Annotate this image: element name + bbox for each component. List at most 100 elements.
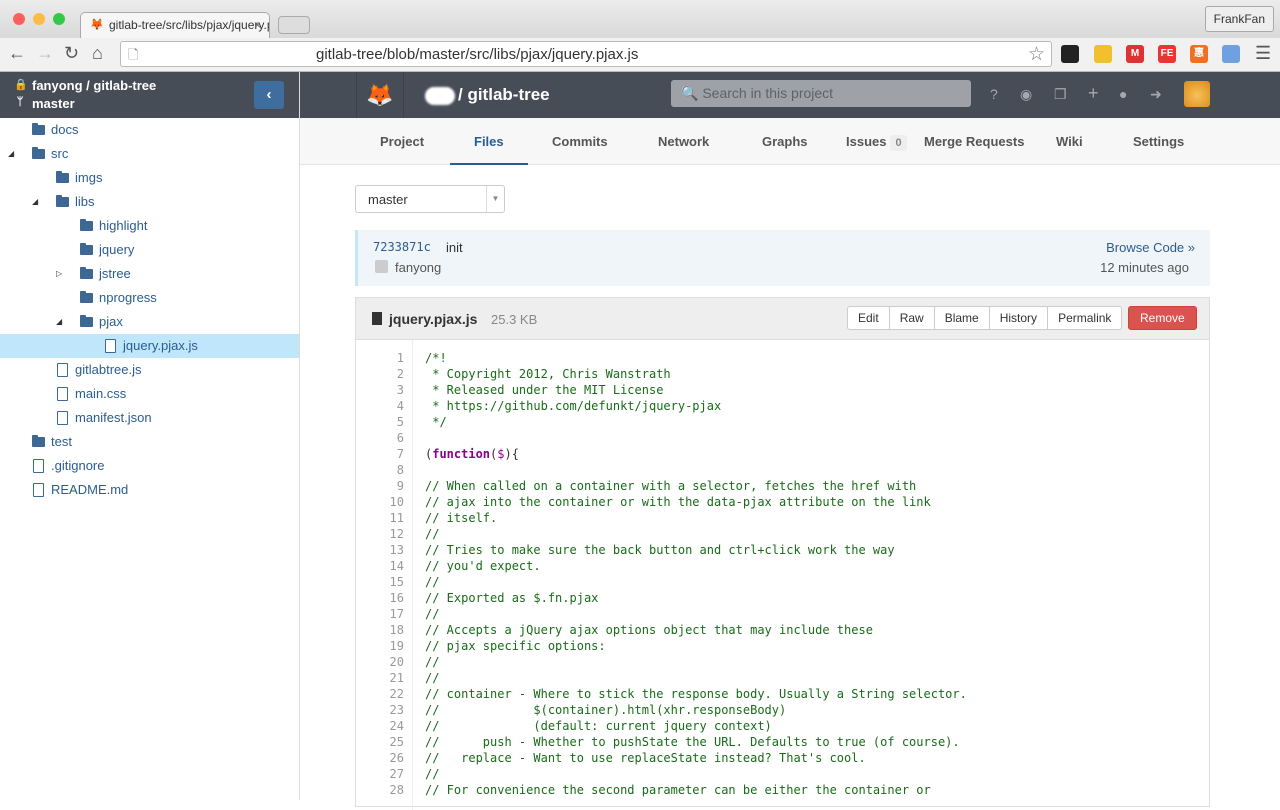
tree-item[interactable]: nprogress bbox=[0, 286, 299, 310]
line-number[interactable]: 27 bbox=[356, 766, 404, 782]
tree-item[interactable]: test bbox=[0, 430, 299, 454]
block-extension-icon[interactable] bbox=[1222, 45, 1240, 63]
fe-extension-icon[interactable]: FE bbox=[1158, 45, 1176, 63]
tree-item[interactable]: ◢ src bbox=[0, 142, 299, 166]
line-number[interactable]: 2 bbox=[356, 366, 404, 382]
tree-item[interactable]: gitlabtree.js bbox=[0, 358, 299, 382]
help-icon[interactable]: ? bbox=[990, 86, 998, 102]
explore-globe-icon[interactable]: ◉ bbox=[1020, 86, 1032, 103]
line-number[interactable]: 23 bbox=[356, 702, 404, 718]
browser-tab[interactable]: 🦊 gitlab-tree/src/libs/pjax/jquery.pjax.j… bbox=[80, 12, 270, 39]
tree-item[interactable]: docs bbox=[0, 118, 299, 142]
tab-network[interactable]: Network bbox=[658, 118, 709, 165]
line-number[interactable]: 3 bbox=[356, 382, 404, 398]
line-number[interactable]: 24 bbox=[356, 718, 404, 734]
back-icon[interactable]: ← bbox=[8, 43, 26, 64]
tree-item[interactable]: .gitignore bbox=[0, 454, 299, 478]
line-number[interactable]: 7 bbox=[356, 446, 404, 462]
tree-item[interactable]: main.css bbox=[0, 382, 299, 406]
expanded-arrow-icon[interactable]: ◢ bbox=[32, 190, 38, 214]
tree-item[interactable]: ▷ jstree bbox=[0, 262, 299, 286]
expanded-arrow-icon[interactable]: ◢ bbox=[56, 310, 62, 334]
remove-button[interactable]: Remove bbox=[1128, 306, 1197, 330]
line-number[interactable]: 20 bbox=[356, 654, 404, 670]
tree-item[interactable]: highlight bbox=[0, 214, 299, 238]
gmail-extension-icon[interactable]: M bbox=[1126, 45, 1144, 63]
tab-files[interactable]: Files bbox=[450, 118, 528, 165]
forward-icon[interactable]: → bbox=[36, 43, 54, 64]
line-number[interactable]: 21 bbox=[356, 670, 404, 686]
tab-issues[interactable]: Issues 0 bbox=[846, 118, 907, 165]
line-number[interactable]: 26 bbox=[356, 750, 404, 766]
qr-code-extension-icon[interactable] bbox=[1061, 45, 1079, 63]
tree-item[interactable]: ◢ pjax bbox=[0, 310, 299, 334]
line-number[interactable]: 6 bbox=[356, 430, 404, 446]
line-number[interactable]: 5 bbox=[356, 414, 404, 430]
line-number[interactable]: 17 bbox=[356, 606, 404, 622]
line-number[interactable]: 18 bbox=[356, 622, 404, 638]
line-number[interactable]: 13 bbox=[356, 542, 404, 558]
commit-author[interactable]: fanyong bbox=[395, 260, 441, 275]
line-number[interactable]: 8 bbox=[356, 462, 404, 478]
search-input[interactable]: 🔍 Search in this project bbox=[671, 80, 971, 107]
tab-settings[interactable]: Settings bbox=[1133, 118, 1184, 165]
line-number[interactable]: 25 bbox=[356, 734, 404, 750]
line-number[interactable]: 14 bbox=[356, 558, 404, 574]
profile-icon[interactable]: ● bbox=[1119, 86, 1127, 102]
tree-item[interactable]: jquery bbox=[0, 238, 299, 262]
commit-sha[interactable]: 7233871c bbox=[373, 240, 431, 254]
maximize-window-button[interactable] bbox=[53, 13, 65, 25]
repo-owner[interactable]: fanyong bbox=[32, 78, 83, 93]
tab-commits[interactable]: Commits bbox=[552, 118, 608, 165]
line-number[interactable]: 12 bbox=[356, 526, 404, 542]
branch-select[interactable]: master ▼ bbox=[355, 185, 505, 213]
mail-extension-icon[interactable] bbox=[1094, 45, 1112, 63]
menu-icon[interactable]: ☰ bbox=[1255, 43, 1271, 64]
line-number[interactable]: 4 bbox=[356, 398, 404, 414]
tab-graphs[interactable]: Graphs bbox=[762, 118, 808, 165]
bookmark-star-icon[interactable]: ☆ bbox=[1028, 43, 1045, 66]
history-button[interactable]: History bbox=[988, 306, 1049, 330]
raw-button[interactable]: Raw bbox=[888, 306, 935, 330]
minimize-window-button[interactable] bbox=[33, 13, 45, 25]
line-number[interactable]: 16 bbox=[356, 590, 404, 606]
logout-icon[interactable]: ➜ bbox=[1150, 86, 1162, 103]
new-tab-button[interactable] bbox=[278, 16, 310, 34]
close-window-button[interactable] bbox=[13, 13, 25, 25]
blame-button[interactable]: Blame bbox=[933, 306, 990, 330]
line-number[interactable]: 10 bbox=[356, 494, 404, 510]
edit-button[interactable]: Edit bbox=[847, 306, 890, 330]
tree-item[interactable]: manifest.json bbox=[0, 406, 299, 430]
user-avatar[interactable] bbox=[1184, 81, 1210, 107]
line-number[interactable]: 9 bbox=[356, 478, 404, 494]
repo-name[interactable]: gitlab-tree bbox=[93, 78, 156, 93]
permalink-button[interactable]: Permalink bbox=[1047, 306, 1123, 330]
reload-icon[interactable]: ↻ bbox=[64, 43, 79, 64]
line-number[interactable]: 28 bbox=[356, 782, 404, 798]
tab-wiki[interactable]: Wiki bbox=[1056, 118, 1083, 165]
line-number[interactable]: 1 bbox=[356, 350, 404, 366]
tab-project[interactable]: Project bbox=[380, 118, 424, 165]
tree-item[interactable]: ◢ libs bbox=[0, 190, 299, 214]
line-number[interactable]: 22 bbox=[356, 686, 404, 702]
collapse-sidebar-button[interactable]: ‹ bbox=[254, 81, 284, 109]
profile-button[interactable]: FrankFan bbox=[1204, 6, 1274, 32]
hui-extension-icon[interactable]: 惠 bbox=[1190, 45, 1208, 63]
snippets-icon[interactable]: ❐ bbox=[1054, 86, 1067, 103]
line-number[interactable]: 11 bbox=[356, 510, 404, 526]
expanded-arrow-icon[interactable]: ◢ bbox=[8, 142, 14, 166]
project-title[interactable]: / gitlab-tree bbox=[425, 85, 550, 105]
tree-item[interactable]: README.md bbox=[0, 478, 299, 502]
close-tab-icon[interactable]: × bbox=[254, 18, 261, 32]
tab-merge-requests[interactable]: Merge Requests bbox=[924, 118, 1024, 165]
line-number[interactable]: 15 bbox=[356, 574, 404, 590]
new-project-icon[interactable]: + bbox=[1088, 83, 1099, 104]
collapsed-arrow-icon[interactable]: ▷ bbox=[56, 262, 62, 286]
address-bar[interactable]: 🗋 gitlab-tree/blob/master/src/libs/pjax/j… bbox=[120, 41, 1052, 67]
line-number[interactable]: 19 bbox=[356, 638, 404, 654]
home-icon[interactable]: ⌂ bbox=[92, 43, 103, 64]
tree-item[interactable]: imgs bbox=[0, 166, 299, 190]
gitlab-logo[interactable]: 🦊 bbox=[356, 72, 404, 118]
browse-code-link[interactable]: Browse Code » bbox=[1106, 240, 1195, 255]
tree-item[interactable]: jquery.pjax.js bbox=[0, 334, 299, 358]
